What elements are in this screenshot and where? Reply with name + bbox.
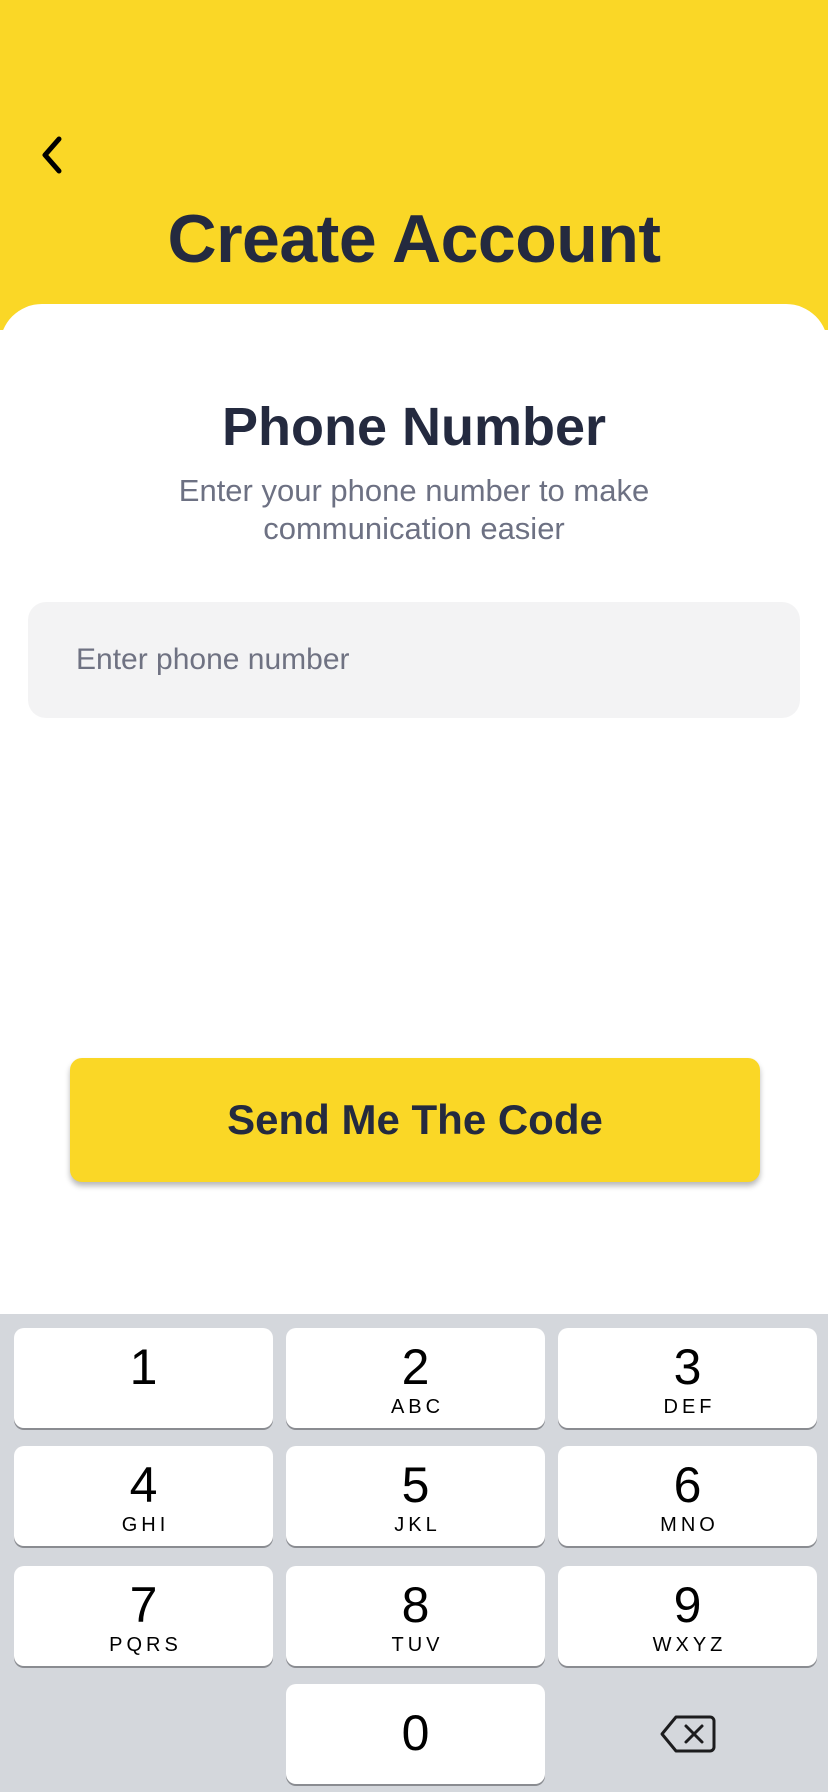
key-8[interactable]: 8 TUV: [286, 1566, 545, 1666]
key-digit: 8: [401, 1577, 430, 1633]
key-digit: 5: [401, 1457, 430, 1513]
key-letters: TUV: [391, 1634, 444, 1656]
create-account-screen: Create Account Phone Number Enter your p…: [0, 0, 828, 1792]
key-3[interactable]: 3 DEF: [558, 1328, 817, 1428]
chevron-left-icon: [42, 136, 62, 174]
backspace-icon: [660, 1715, 715, 1753]
key-2[interactable]: 2 ABC: [286, 1328, 545, 1428]
phone-number-input[interactable]: [28, 602, 800, 718]
key-letters: MNO: [660, 1514, 719, 1536]
key-letters: DEF: [663, 1396, 716, 1418]
back-button[interactable]: [30, 130, 74, 180]
key-digit: 4: [129, 1457, 158, 1513]
page-title: Create Account: [167, 201, 661, 277]
key-9[interactable]: 9 WXYZ: [558, 1566, 817, 1666]
key-letters: PQRS: [109, 1634, 182, 1656]
key-digit: 3: [673, 1339, 702, 1395]
key-digit: 6: [673, 1457, 702, 1513]
key-letters: ABC: [390, 1396, 445, 1418]
key-letters: JKL: [394, 1514, 441, 1536]
key-0[interactable]: 0: [286, 1684, 545, 1784]
delete-key[interactable]: [558, 1684, 817, 1784]
key-digit: 7: [129, 1577, 158, 1633]
key-6[interactable]: 6 MNO: [558, 1446, 817, 1546]
key-letters: WXYZ: [652, 1634, 727, 1656]
header: Create Account: [0, 0, 828, 330]
key-digit: 1: [129, 1339, 158, 1395]
key-4[interactable]: 4 GHI: [14, 1446, 273, 1546]
section-subtitle: Enter your phone number to make communic…: [178, 473, 650, 546]
key-digit: 0: [401, 1705, 430, 1761]
key-7[interactable]: 7 PQRS: [14, 1566, 273, 1666]
key-1[interactable]: 1: [14, 1328, 273, 1428]
key-5[interactable]: 5 JKL: [286, 1446, 545, 1546]
section-title: Phone Number: [221, 397, 607, 457]
send-code-button[interactable]: Send Me The Code: [70, 1058, 760, 1182]
key-digit: 9: [673, 1577, 702, 1633]
key-digit: 2: [401, 1339, 430, 1395]
key-letters: GHI: [121, 1514, 170, 1536]
